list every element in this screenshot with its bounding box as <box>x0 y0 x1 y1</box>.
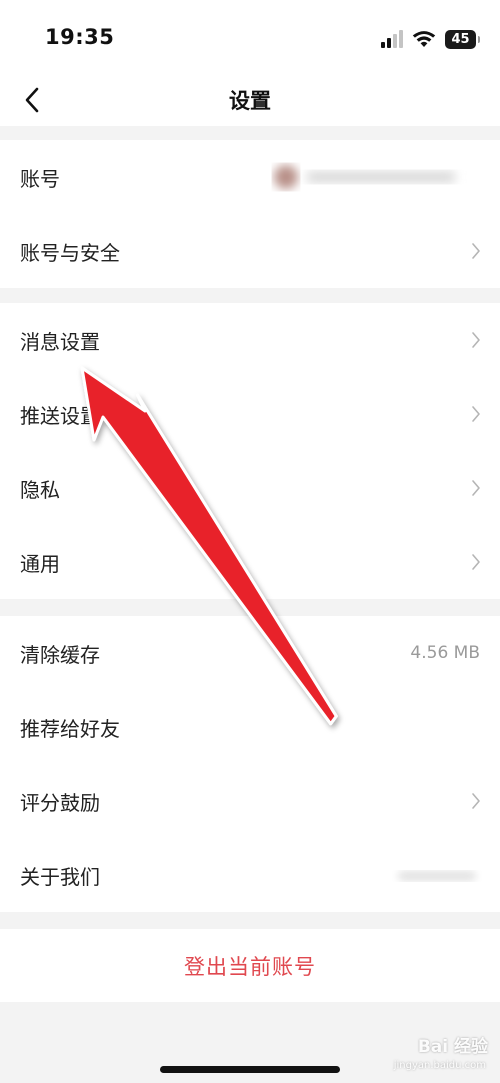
push-settings-row[interactable]: 推送设置 <box>0 377 500 451</box>
battery-icon: 45 <box>445 29 480 49</box>
about-row[interactable]: 关于我们 <box>0 838 500 912</box>
status-bar: 19:35 45 <box>0 0 500 78</box>
blurred-account-info <box>274 165 456 189</box>
chevron-right-icon <box>472 332 480 348</box>
account-label: 账号 <box>20 166 60 191</box>
clear-cache-row[interactable]: 清除缓存 4.56 MB <box>0 616 500 690</box>
misc-group: 清除缓存 4.56 MB 推荐给好友 评分鼓励 关于我们 <box>0 616 500 912</box>
cache-size-value: 4.56 MB <box>410 643 480 663</box>
logout-button[interactable]: 登出当前账号 <box>0 929 500 1002</box>
baidu-watermark: Bai 经验 <box>418 1032 488 1057</box>
clear-cache-label: 清除缓存 <box>20 642 100 667</box>
home-indicator[interactable] <box>160 1066 340 1073</box>
chevron-right-icon <box>472 793 480 809</box>
chevron-right-icon <box>472 480 480 496</box>
recommend-label: 推荐给好友 <box>20 716 120 741</box>
privacy-label: 隐私 <box>20 477 60 502</box>
nav-bar: 设置 <box>0 78 500 126</box>
account-group: 账号 账号与安全 <box>0 140 500 288</box>
wifi-icon <box>412 31 436 47</box>
page-title: 设置 <box>229 89 271 113</box>
account-row[interactable]: 账号 <box>0 140 500 214</box>
settings-screen: 19:35 45 设置 账号 账号与安全 消息设置 推送设置 隐私 通用 清除缓… <box>0 0 500 1083</box>
privacy-row[interactable]: 隐私 <box>0 451 500 525</box>
watermark-url: jingyan.baidu.com <box>393 1060 486 1071</box>
blurred-version-info <box>398 871 476 881</box>
account-security-row[interactable]: 账号与安全 <box>0 214 500 288</box>
message-settings-label: 消息设置 <box>20 329 100 354</box>
recommend-row[interactable]: 推荐给好友 <box>0 690 500 764</box>
rate-label: 评分鼓励 <box>20 790 100 815</box>
preferences-group: 消息设置 推送设置 隐私 通用 <box>0 303 500 599</box>
chevron-right-icon <box>472 406 480 422</box>
signal-icon <box>381 30 403 48</box>
about-label: 关于我们 <box>20 864 100 889</box>
message-settings-row[interactable]: 消息设置 <box>0 303 500 377</box>
general-label: 通用 <box>20 551 60 576</box>
status-icons: 45 <box>381 28 480 50</box>
account-security-label: 账号与安全 <box>20 240 120 265</box>
general-row[interactable]: 通用 <box>0 525 500 599</box>
push-settings-label: 推送设置 <box>20 403 100 428</box>
status-time: 19:35 <box>45 25 115 49</box>
chevron-right-icon <box>472 554 480 570</box>
chevron-right-icon <box>472 243 480 259</box>
rate-row[interactable]: 评分鼓励 <box>0 764 500 838</box>
watermark-brand: Bai 经验 <box>417 1037 488 1057</box>
logout-label: 登出当前账号 <box>184 954 316 979</box>
